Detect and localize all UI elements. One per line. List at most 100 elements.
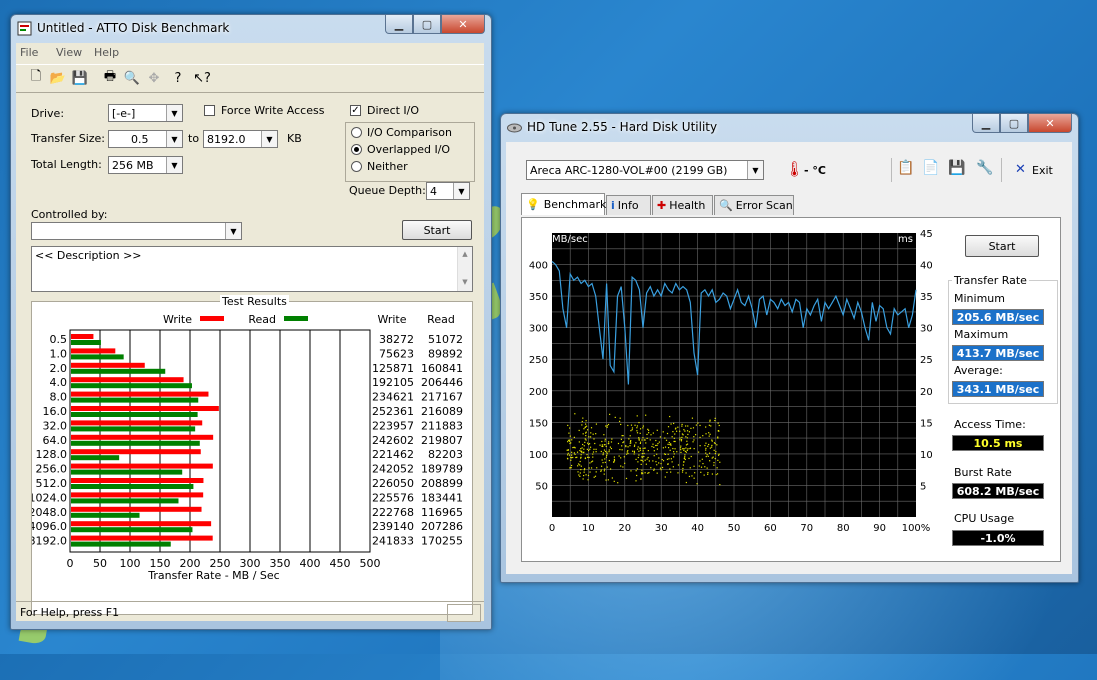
access-time-point bbox=[606, 453, 608, 455]
access-time-point bbox=[694, 472, 696, 474]
access-time-point bbox=[711, 446, 713, 448]
atto-titlebar[interactable]: Untitled - ATTO Disk Benchmark ▁ ▢ ✕ bbox=[11, 15, 491, 43]
access-time-point bbox=[686, 437, 688, 439]
access-time-point bbox=[627, 452, 629, 455]
access-time-point bbox=[584, 438, 586, 440]
access-time-point bbox=[715, 451, 717, 453]
access-time-point bbox=[679, 439, 681, 441]
tab-health[interactable]: ✚ Health bbox=[652, 195, 713, 215]
open-icon[interactable]: 📂 bbox=[48, 68, 68, 88]
access-time-point bbox=[680, 449, 682, 451]
menu-help[interactable]: Help bbox=[94, 46, 119, 59]
access-time-point bbox=[582, 443, 584, 446]
access-time-point bbox=[621, 445, 623, 447]
access-time-point bbox=[633, 444, 636, 446]
options-icon[interactable]: 🔧 bbox=[976, 160, 993, 176]
copy-icon[interactable]: 📋 bbox=[897, 160, 914, 176]
access-time-point bbox=[589, 462, 591, 464]
access-time-point bbox=[619, 448, 621, 451]
save-icon[interactable]: 💾 bbox=[70, 68, 90, 88]
drive-combo[interactable]: [-e-] ▼ bbox=[108, 104, 183, 122]
print-preview-icon[interactable]: 🔍 bbox=[122, 68, 142, 88]
new-icon[interactable]: 🗋 bbox=[26, 68, 46, 88]
x-tick-label: 60 bbox=[764, 523, 777, 534]
access-time-point bbox=[652, 443, 654, 445]
print-icon[interactable]: 🖶 bbox=[100, 68, 120, 88]
menu-file[interactable]: File bbox=[20, 46, 38, 59]
tab-error-scan[interactable]: 🔍 Error Scan bbox=[714, 195, 794, 215]
access-time-point bbox=[641, 455, 643, 458]
description-box[interactable]: << Description >> ▲ ▼ bbox=[31, 246, 473, 292]
access-time-point bbox=[645, 414, 647, 416]
write-bar bbox=[71, 377, 184, 383]
access-time-point bbox=[718, 430, 720, 432]
direct-io-checkbox[interactable]: ✓ bbox=[350, 105, 361, 116]
maximize-button[interactable]: ▢ bbox=[413, 15, 441, 34]
neither-radio[interactable] bbox=[351, 161, 362, 172]
y-tick-label: 100 bbox=[529, 450, 548, 461]
exit-icon[interactable]: ✕ bbox=[1015, 162, 1026, 177]
access-time-point bbox=[631, 450, 634, 452]
access-time-point bbox=[571, 451, 573, 453]
transfer-from-combo[interactable]: 0.5 ▼ bbox=[108, 130, 183, 148]
access-time-point bbox=[711, 473, 713, 475]
exit-label[interactable]: Exit bbox=[1032, 164, 1053, 177]
maximize-button[interactable]: ▢ bbox=[1000, 114, 1028, 133]
menu-view[interactable]: View bbox=[56, 46, 82, 59]
minimize-button[interactable]: ▁ bbox=[385, 15, 413, 34]
start-button[interactable]: Start bbox=[402, 220, 472, 240]
access-time-point bbox=[705, 426, 707, 428]
y2-tick-label: 40 bbox=[920, 261, 932, 272]
read-bar bbox=[71, 469, 183, 475]
access-time-point bbox=[592, 453, 594, 455]
io-comparison-radio[interactable] bbox=[351, 127, 362, 138]
hdtune-window: HD Tune 2.55 - Hard Disk Utility ▁ ▢ ✕ A… bbox=[500, 113, 1079, 583]
save-icon[interactable]: 💾 bbox=[948, 160, 965, 176]
total-length-combo[interactable]: 256 MB ▼ bbox=[108, 156, 183, 174]
access-time-point bbox=[600, 470, 602, 472]
access-time-point bbox=[588, 443, 591, 445]
access-time-point bbox=[718, 453, 720, 455]
access-time-point bbox=[667, 443, 669, 446]
queue-depth-combo[interactable]: 4 ▼ bbox=[426, 182, 470, 200]
read-bar bbox=[71, 412, 198, 417]
access-time-point bbox=[635, 458, 637, 461]
access-time-point bbox=[579, 472, 581, 474]
hdtune-titlebar[interactable]: HD Tune 2.55 - Hard Disk Utility ▁ ▢ ✕ bbox=[501, 114, 1078, 142]
access-time-point bbox=[713, 462, 715, 464]
access-time-point bbox=[613, 458, 616, 461]
access-time-label: Access Time: bbox=[954, 418, 1026, 431]
access-time-point bbox=[667, 447, 670, 449]
drive-select[interactable]: Areca ARC-1280-VOL#00 (2199 GB) ▼ bbox=[526, 160, 764, 180]
access-time-point bbox=[622, 435, 624, 437]
tab-benchmark[interactable]: 💡 Benchmark bbox=[521, 193, 606, 215]
read-bar bbox=[71, 455, 120, 461]
y-axis-unit: MB/sec bbox=[552, 234, 588, 245]
tab-info[interactable]: i Info bbox=[606, 195, 651, 215]
close-button[interactable]: ✕ bbox=[1028, 114, 1072, 133]
legend-write-swatch bbox=[200, 316, 224, 321]
copy-info-icon[interactable]: 📄 bbox=[922, 160, 939, 176]
access-time-point bbox=[642, 425, 645, 427]
minimize-button[interactable]: ▁ bbox=[972, 114, 1000, 133]
access-time-point bbox=[582, 417, 584, 419]
scrollbar[interactable]: ▲ ▼ bbox=[457, 247, 472, 291]
access-time-point bbox=[622, 466, 624, 468]
access-time-point bbox=[658, 441, 660, 443]
overlapped-io-radio[interactable] bbox=[351, 144, 362, 155]
access-time-point bbox=[604, 440, 606, 442]
move-icon[interactable]: ✥ bbox=[144, 68, 164, 88]
access-time-point bbox=[581, 420, 583, 423]
access-time-point bbox=[569, 435, 571, 437]
context-help-icon[interactable]: ↖? bbox=[192, 68, 212, 88]
help-icon[interactable]: ? bbox=[168, 68, 188, 88]
access-time-point bbox=[635, 442, 637, 444]
access-time-point bbox=[579, 449, 581, 452]
close-button[interactable]: ✕ bbox=[441, 15, 485, 34]
x-tick-label: 90 bbox=[873, 523, 886, 534]
force-write-checkbox[interactable] bbox=[204, 105, 215, 116]
transfer-to-combo[interactable]: 8192.0 ▼ bbox=[203, 130, 278, 148]
access-time-point bbox=[635, 480, 637, 482]
access-time-point bbox=[630, 470, 632, 472]
controlled-by-combo[interactable]: ▼ bbox=[31, 222, 242, 240]
